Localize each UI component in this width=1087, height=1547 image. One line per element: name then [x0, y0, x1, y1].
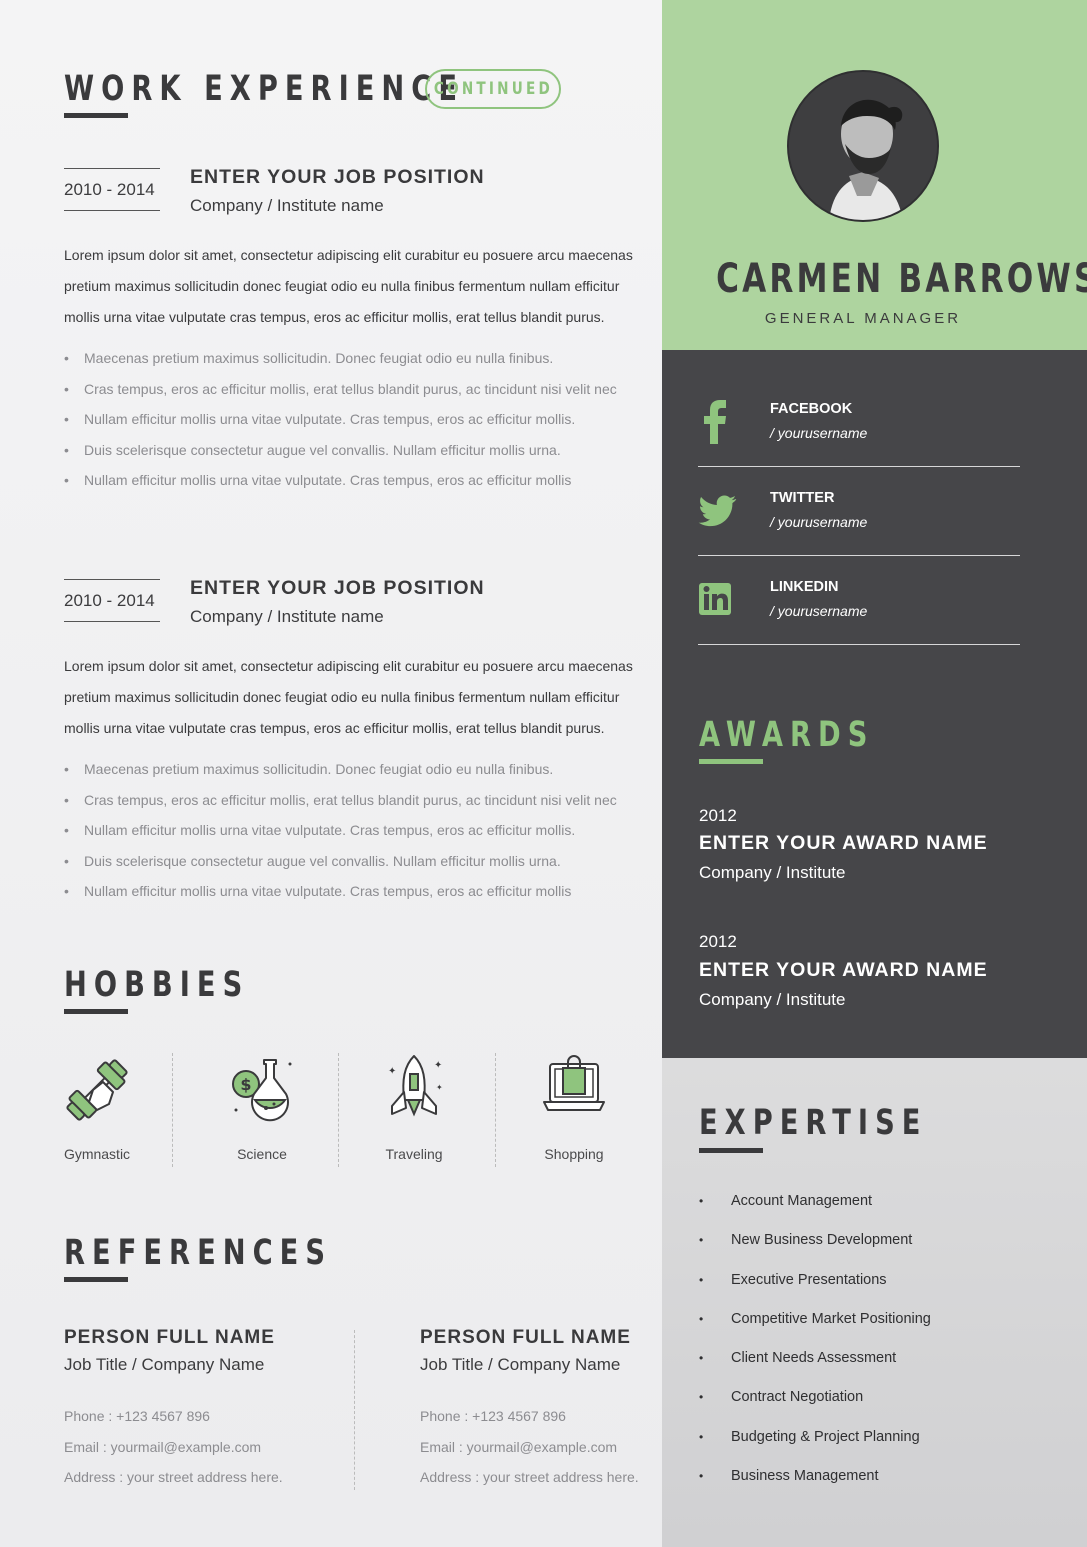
hobby-traveling: ✦ ✦ ✦ Traveling [364, 1050, 464, 1162]
hobby-divider [172, 1053, 173, 1167]
list-item: Cras tempus, eros ac efficitur mollis, e… [64, 785, 644, 816]
list-item: Business Management [699, 1458, 931, 1497]
social-twitter[interactable]: TWITTER / yourusername [698, 467, 1020, 556]
hobby-label: Traveling [385, 1146, 443, 1162]
svg-text:✦: ✦ [436, 1083, 443, 1092]
twitter-icon [698, 495, 737, 527]
job-description: Lorem ipsum dolor sit amet, consectetur … [64, 247, 633, 325]
award-name: ENTER YOUR AWARD NAME [699, 832, 988, 854]
awards-heading: AWARDS [699, 715, 875, 755]
references-heading: REFERENCES [64, 1233, 333, 1273]
list-item: Nullam efficitur mollis urna vitae vulpu… [64, 404, 644, 435]
awards-underline [699, 759, 763, 764]
social-handle[interactable]: / yourusername [770, 425, 867, 441]
reference-email: Email : yourmail@example.com [64, 1439, 262, 1455]
list-item: Account Management [699, 1183, 931, 1222]
list-item: Budgeting & Project Planning [699, 1419, 931, 1458]
job-description: Lorem ipsum dolor sit amet, consectetur … [64, 658, 633, 736]
job-bullets: Maecenas pretium maximus sollicitudin. D… [64, 343, 644, 496]
reference-name: PERSON FULL NAME [420, 1327, 631, 1348]
portrait-image [789, 72, 937, 220]
social-facebook[interactable]: FACEBOOK / yourusername [698, 378, 1020, 467]
reference-job: Job Title / Company Name [64, 1355, 265, 1374]
social-handle[interactable]: / yourusername [770, 514, 867, 530]
hobby-divider [338, 1053, 339, 1167]
award-year: 2012 [699, 806, 737, 825]
references-underline [64, 1277, 128, 1282]
social-linkedin[interactable]: LINKEDIN / yourusername [698, 556, 1020, 645]
hobby-gymnastic: Gymnastic [47, 1050, 147, 1162]
profile-photo [787, 70, 939, 222]
list-item: Maecenas pretium maximus sollicitudin. D… [64, 343, 644, 374]
linkedin-icon [699, 583, 731, 615]
reference-email: Email : yourmail@example.com [420, 1439, 618, 1455]
list-item: Client Needs Assessment [699, 1340, 931, 1379]
hobby-label: Gymnastic [63, 1146, 131, 1162]
reference-address: Address : your street address here. [64, 1469, 283, 1485]
reference-phone: Phone : +123 4567 896 [64, 1408, 210, 1424]
facebook-icon [704, 400, 726, 444]
job-bullets: Maecenas pretium maximus sollicitudin. D… [64, 754, 644, 907]
profile-role: GENERAL MANAGER [764, 310, 962, 327]
hobby-divider [495, 1053, 496, 1167]
reference-job: Job Title / Company Name [420, 1355, 621, 1374]
list-item: New Business Development [699, 1222, 931, 1261]
continued-badge: CONTINUED [425, 69, 561, 109]
shopping-bag-icon [543, 1055, 605, 1111]
work-experience-heading: WORK EXPERIENCE [64, 69, 465, 109]
reference-divider [354, 1330, 355, 1490]
list-item: Competitive Market Positioning [699, 1301, 931, 1340]
hobbies-underline [64, 1009, 128, 1014]
list-item: Duis scelerisque consectetur augue vel c… [64, 435, 644, 466]
reference-address: Address : your street address here. [420, 1469, 639, 1485]
svg-text:✦: ✦ [434, 1060, 442, 1071]
social-network: LINKEDIN [770, 579, 839, 595]
list-item: Nullam efficitur mollis urna vitae vulpu… [64, 876, 644, 907]
job-position: ENTER YOUR JOB POSITION [190, 577, 485, 599]
expertise-list: Account Management New Business Developm… [699, 1183, 931, 1497]
list-item: Duis scelerisque consectetur augue vel c… [64, 846, 644, 877]
job-company: Company / Institute name [190, 196, 384, 215]
list-item: Contract Negotiation [699, 1379, 931, 1418]
hobby-shopping: Shopping [524, 1050, 624, 1162]
award-company: Company / Institute [699, 863, 846, 882]
social-network: FACEBOOK [770, 401, 853, 417]
social-handle[interactable]: / yourusername [770, 603, 867, 619]
svg-text:✦: ✦ [388, 1066, 396, 1077]
job-years: 2010 - 2014 [64, 168, 160, 211]
award-company: Company / Institute [699, 990, 846, 1009]
list-item: Maecenas pretium maximus sollicitudin. D… [64, 754, 644, 785]
job-company: Company / Institute name [190, 607, 384, 626]
list-item: Cras tempus, eros ac efficitur mollis, e… [64, 374, 644, 405]
reference-phone: Phone : +123 4567 896 [420, 1408, 566, 1424]
list-item: Executive Presentations [699, 1262, 931, 1301]
hobbies-heading: HOBBIES [64, 965, 250, 1005]
list-item: Nullam efficitur mollis urna vitae vulpu… [64, 465, 644, 496]
expertise-heading: EXPERTISE [699, 1103, 928, 1143]
profile-name: CARMEN BARROWS [716, 256, 1087, 302]
social-network: TWITTER [770, 490, 835, 506]
job-years: 2010 - 2014 [64, 579, 160, 622]
rocket-icon: ✦ ✦ ✦ [388, 1055, 443, 1117]
award-year: 2012 [699, 932, 737, 951]
reference-name: PERSON FULL NAME [64, 1327, 275, 1348]
flask-icon: $ [232, 1059, 292, 1122]
award-name: ENTER YOUR AWARD NAME [699, 959, 988, 981]
list-item: Nullam efficitur mollis urna vitae vulpu… [64, 815, 644, 846]
hobby-science: $ Science [212, 1050, 312, 1162]
job-position: ENTER YOUR JOB POSITION [190, 166, 485, 188]
hobby-label: Science [237, 1146, 287, 1162]
expertise-underline [699, 1148, 763, 1153]
hobby-label: Shopping [544, 1146, 604, 1162]
svg-text:$: $ [240, 1075, 251, 1094]
work-experience-underline [64, 113, 128, 118]
dumbbell-icon [66, 1059, 128, 1121]
